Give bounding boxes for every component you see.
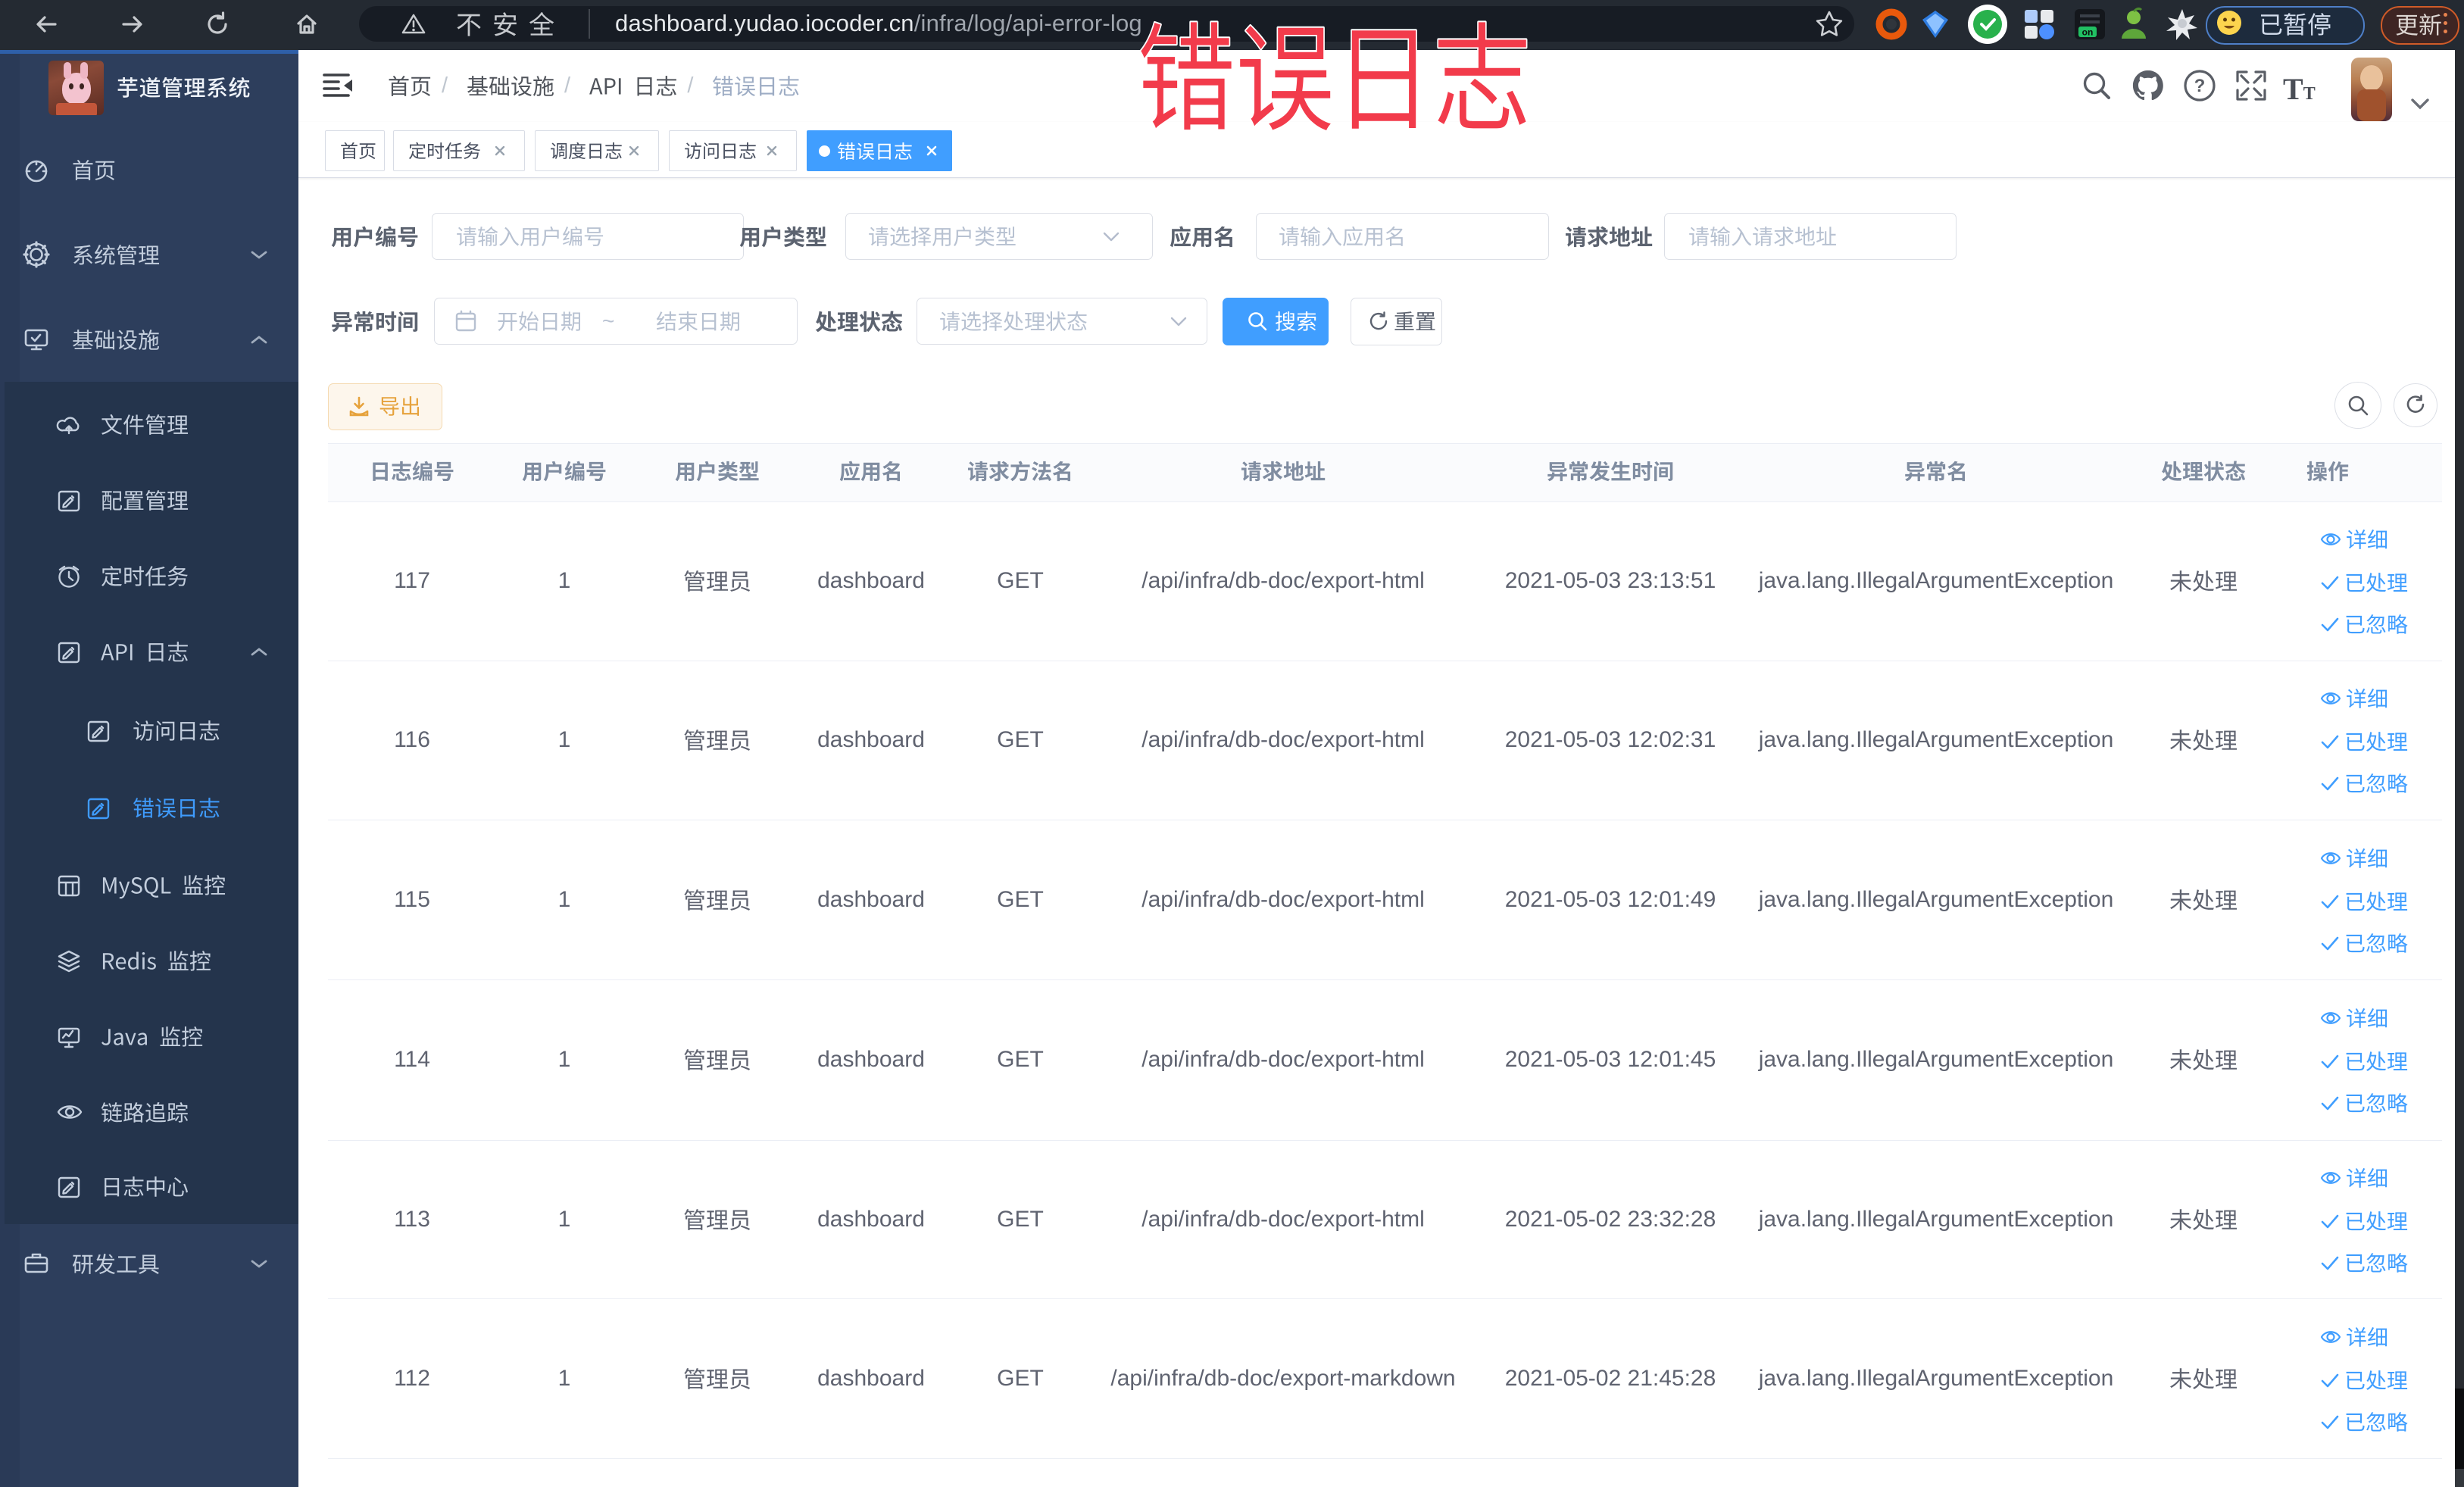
svg-text:?: ? [2194,76,2206,96]
svg-text:on: on [2082,27,2094,38]
